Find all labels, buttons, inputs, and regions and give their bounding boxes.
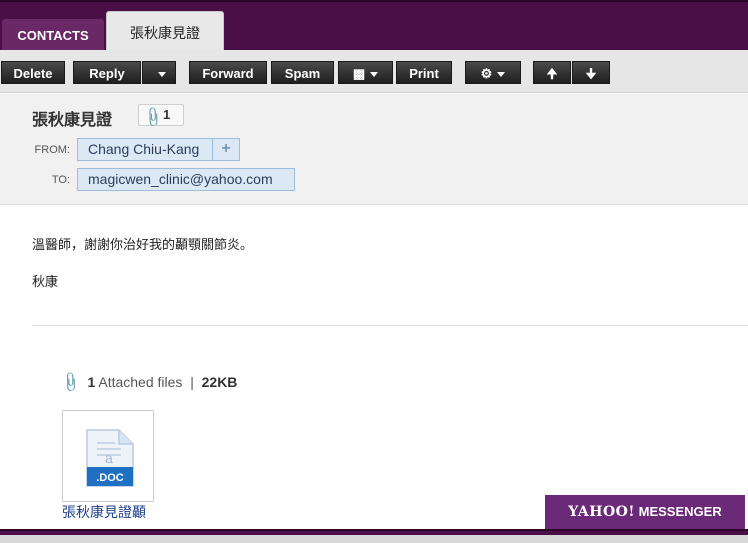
from-label: FROM: xyxy=(34,144,70,156)
message-signature: 秋康 xyxy=(32,274,59,289)
attachments-separator: | xyxy=(190,374,194,390)
bottom-strip xyxy=(0,535,748,543)
actions-button[interactable]: ⚙ xyxy=(465,61,521,84)
reply-options-button[interactable] xyxy=(142,61,176,84)
print-button[interactable]: Print xyxy=(396,61,452,84)
next-message-button[interactable]: 🠋 xyxy=(572,61,610,84)
attachments-label: Attached files xyxy=(98,374,183,390)
divider xyxy=(32,325,748,326)
from-sender-chip[interactable]: Chang Chiu-Kang xyxy=(77,138,213,161)
message-header: 張秋康見證 📎 1 FROM: Chang Chiu-Kang + TO: ma… xyxy=(0,94,748,205)
chevron-down-icon xyxy=(157,72,166,78)
arrow-down-icon: 🠋 xyxy=(585,66,597,81)
message-body-line: 溫醫師，謝謝你治好我的顳顎關節炎。 xyxy=(32,237,254,252)
delete-button[interactable]: Delete xyxy=(1,61,65,84)
arrow-up-icon: 🠉 xyxy=(546,66,558,81)
attachments-count: 1 xyxy=(87,374,96,390)
move-button[interactable]: ▩ xyxy=(338,61,393,84)
to-recipient-chip[interactable]: magicwen_clinic@yahoo.com xyxy=(77,168,295,191)
attachment-file-name[interactable]: 張秋康見證顳 xyxy=(62,502,146,522)
toolbar: Delete Reply Forward Spam ▩ Print ⚙ 🠉 🠋 xyxy=(0,50,748,93)
file-type-label: .DOC xyxy=(96,472,124,484)
messenger-label: MESSENGER xyxy=(638,504,722,519)
add-contact-button[interactable]: + xyxy=(212,138,240,161)
previous-message-button[interactable]: 🠉 xyxy=(533,61,571,84)
attachment-thumbnail[interactable]: a .DOC xyxy=(62,410,154,502)
folder-move-icon: ▩ xyxy=(352,66,366,81)
spam-button[interactable]: Spam xyxy=(271,61,334,84)
doc-file-icon: a .DOC xyxy=(86,429,134,487)
gear-icon: ⚙ xyxy=(480,66,493,81)
to-label: TO: xyxy=(51,174,70,186)
yahoo-messenger-button[interactable]: YAHOO! MESSENGER xyxy=(545,495,745,529)
yahoo-logo: YAHOO! xyxy=(568,504,636,520)
tab-contacts[interactable]: CONTACTS xyxy=(2,19,104,52)
attachment-badge[interactable]: 📎 1 xyxy=(138,104,184,129)
chevron-down-icon xyxy=(497,72,506,78)
chevron-down-icon xyxy=(370,72,379,78)
paperclip-icon: 📎 xyxy=(59,370,83,394)
tab-bar: CONTACTS 張秋康見證 xyxy=(0,0,748,53)
attachments-summary: 📎 1 Attached files | 22KB xyxy=(59,370,238,393)
message-subject: 張秋康見證 xyxy=(32,112,113,129)
tab-message[interactable]: 張秋康見證 xyxy=(106,11,224,53)
forward-button[interactable]: Forward xyxy=(189,61,267,84)
attachments-size: 22KB xyxy=(201,374,238,390)
reply-button[interactable]: Reply xyxy=(73,61,141,84)
svg-text:a: a xyxy=(105,451,113,467)
